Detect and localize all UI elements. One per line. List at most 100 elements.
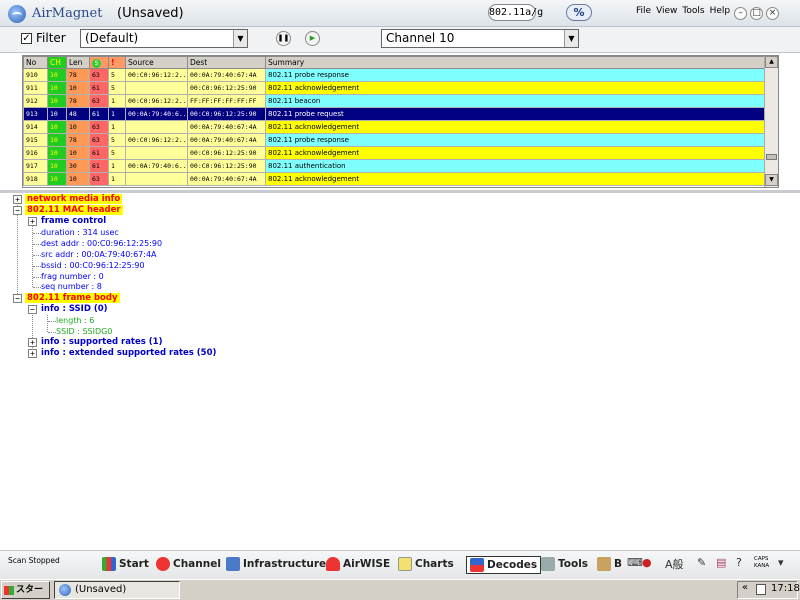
packet-row[interactable]: 912 10 78 63 1 00:C0:96:12:2... FF:FF:FF:FF:FF…: [23, 94, 767, 108]
packet-row[interactable]: 910 10 78 63 5 00:C0:96:12:2... 00:0A:79:40:67…: [23, 68, 767, 82]
percent-button[interactable]: %: [566, 4, 592, 21]
close-button[interactable]: ×: [766, 7, 779, 20]
cell-summary: 802.11 probe response: [265, 68, 767, 82]
nav-b-label: B: [614, 558, 623, 570]
channel-dropdown[interactable]: Channel 10 ▼: [381, 29, 579, 48]
nav-charts[interactable]: Charts: [398, 556, 454, 574]
tree-src-addr[interactable]: src addr : 00:0A:79:40:67:4A: [41, 250, 157, 259]
tree-info-ssid[interactable]: info : SSID (0): [41, 304, 108, 314]
tree-duration[interactable]: duration : 314 usec: [41, 228, 119, 237]
packet-row[interactable]: 911 10 10 61 5 00:C0:96:12:25:90 802.11 acknow…: [23, 81, 767, 95]
tree-network-media-info[interactable]: network media info: [25, 194, 123, 204]
expand-icon[interactable]: +: [28, 217, 37, 226]
tray-expand-icon[interactable]: «: [742, 582, 748, 593]
packet-row[interactable]: 918 10 10 63 1 00:0A:79:40:67:4A 802.11 acknow…: [23, 172, 767, 186]
col-signal[interactable]: S: [89, 56, 109, 69]
packet-list-scrollbar[interactable]: ▲ ▼: [764, 56, 778, 187]
cell-no: 911: [23, 81, 48, 95]
cell-dest: 00:0A:79:40:67:4A: [187, 120, 266, 134]
nav-decodes[interactable]: Decodes: [466, 556, 542, 574]
cell-source: 00:0A:79:40:6...: [125, 107, 188, 121]
ime-dict-icon[interactable]: ▤: [716, 556, 726, 569]
cell-no: 918: [23, 172, 48, 186]
menu-help[interactable]: Help: [710, 6, 731, 16]
tree-dest-addr[interactable]: dest addr : 00:C0:96:12:25:90: [41, 239, 162, 248]
col-rate[interactable]: !: [108, 56, 126, 69]
clock: 17:18: [771, 583, 800, 594]
packet-list: No CH Len S ! Source Dest Summary 910 10 7…: [22, 55, 779, 188]
monitor-icon[interactable]: [756, 584, 766, 595]
ime-help-icon[interactable]: ?: [736, 556, 742, 569]
filter-checkbox[interactable]: ✓: [21, 33, 32, 44]
cell-channel: 10: [47, 120, 67, 134]
nav-start-label: Start: [119, 558, 149, 570]
tree-mac-header[interactable]: 802.11 MAC header: [25, 205, 123, 215]
scroll-thumb[interactable]: [766, 154, 777, 160]
cell-channel: 10: [47, 159, 67, 173]
menu-tools[interactable]: Tools: [682, 6, 704, 16]
scroll-down-arrow-icon[interactable]: ▼: [765, 174, 778, 186]
nav-start[interactable]: Start: [102, 556, 149, 574]
start-button[interactable]: スタート: [1, 581, 50, 599]
tree-frame-body[interactable]: 802.11 frame body: [25, 293, 120, 303]
collapse-icon[interactable]: −: [28, 305, 37, 314]
menu-file[interactable]: File: [636, 6, 651, 16]
maximize-button[interactable]: □: [750, 7, 763, 20]
col-length[interactable]: Len: [66, 56, 90, 69]
ime-menu-icon[interactable]: ▾: [778, 556, 784, 569]
col-dest[interactable]: Dest: [187, 56, 266, 69]
packet-table: No CH Len S ! Source Dest Summary 910 10 7…: [23, 56, 767, 186]
tree-supported-rates[interactable]: info : supported rates (1): [41, 337, 162, 347]
tree-guide-line: [33, 287, 41, 288]
collapse-icon[interactable]: −: [13, 206, 22, 215]
filter-dropdown[interactable]: (Default) ▼: [80, 29, 248, 48]
standard-selector[interactable]: 802.11a/g: [488, 4, 543, 21]
col-source[interactable]: Source: [125, 56, 188, 69]
cell-rate: 1: [108, 159, 126, 173]
nav-airwise[interactable]: AirWISE: [326, 556, 390, 574]
tree-bssid[interactable]: bssid : 00:C0:96:12:25:90: [41, 261, 145, 270]
play-button[interactable]: ▶: [305, 31, 320, 46]
nav-airwise-label: AirWISE: [343, 558, 391, 570]
pause-button[interactable]: ❚❚: [276, 31, 291, 46]
cell-summary: 802.11 beacon: [265, 94, 767, 108]
packet-row[interactable]: 914 10 10 63 1 00:0A:79:40:67:4A 802.11 acknow…: [23, 120, 767, 134]
cell-summary: 802.11 acknowledgement: [265, 81, 767, 95]
nav-tools[interactable]: Tools: [541, 556, 588, 574]
taskbar-item-airmagnet[interactable]: (Unsaved): [54, 581, 180, 599]
col-channel[interactable]: CH: [47, 56, 67, 69]
tree-frag-number[interactable]: frag number : 0: [41, 272, 104, 281]
tree-ssid-value[interactable]: SSID : SSIDG0: [56, 327, 112, 336]
tree-extended-supported-rates[interactable]: info : extended supported rates (50): [41, 348, 216, 358]
nav-b[interactable]: B: [597, 556, 622, 574]
expand-icon[interactable]: +: [28, 338, 37, 347]
cell-channel: 10: [47, 94, 67, 108]
scroll-up-arrow-icon[interactable]: ▲: [765, 56, 778, 68]
cell-source: [125, 120, 188, 134]
menu-view[interactable]: View: [656, 6, 677, 16]
tree-ssid-length[interactable]: length : 6: [56, 316, 94, 325]
tree-guide-line: [47, 315, 48, 332]
airmagnet-window: AirMagnet (Unsaved) 802.11a/g % File View…: [0, 0, 800, 600]
nav-infrastructure[interactable]: Infrastructure: [226, 556, 326, 574]
packet-row[interactable]: 916 10 10 61 5 00:C0:96:12:25:90 802.11 acknow…: [23, 146, 767, 160]
ime-keyboard-icon[interactable]: ⌨: [627, 556, 643, 569]
packet-row[interactable]: 913 10 48 61 1 00:0A:79:40:6... 00:C0:96:12:25…: [23, 107, 767, 121]
expand-icon[interactable]: +: [28, 349, 37, 358]
ime-tool-icon[interactable]: ✎: [697, 556, 706, 569]
cell-length: 78: [66, 133, 90, 147]
expand-icon[interactable]: +: [13, 195, 22, 204]
cell-signal: 61: [89, 107, 109, 121]
cell-summary: 802.11 probe request: [265, 107, 767, 121]
col-no[interactable]: No: [23, 56, 48, 69]
tree-seq-number[interactable]: seq number : 8: [41, 282, 102, 291]
col-summary[interactable]: Summary: [265, 56, 767, 69]
ime-apple-icon[interactable]: ●: [642, 556, 652, 569]
nav-channel[interactable]: Channel: [156, 556, 221, 574]
ime-mode-icon[interactable]: A般: [665, 556, 684, 572]
minimize-button[interactable]: –: [734, 7, 747, 20]
collapse-icon[interactable]: −: [13, 294, 22, 303]
tree-frame-control[interactable]: frame control: [41, 216, 106, 226]
packet-row[interactable]: 915 10 78 63 5 00:C0:96:12:2... 00:0A:79:40:67…: [23, 133, 767, 147]
packet-row[interactable]: 917 10 30 61 1 00:0A:79:40:6... 00:C0:96:12:25…: [23, 159, 767, 173]
